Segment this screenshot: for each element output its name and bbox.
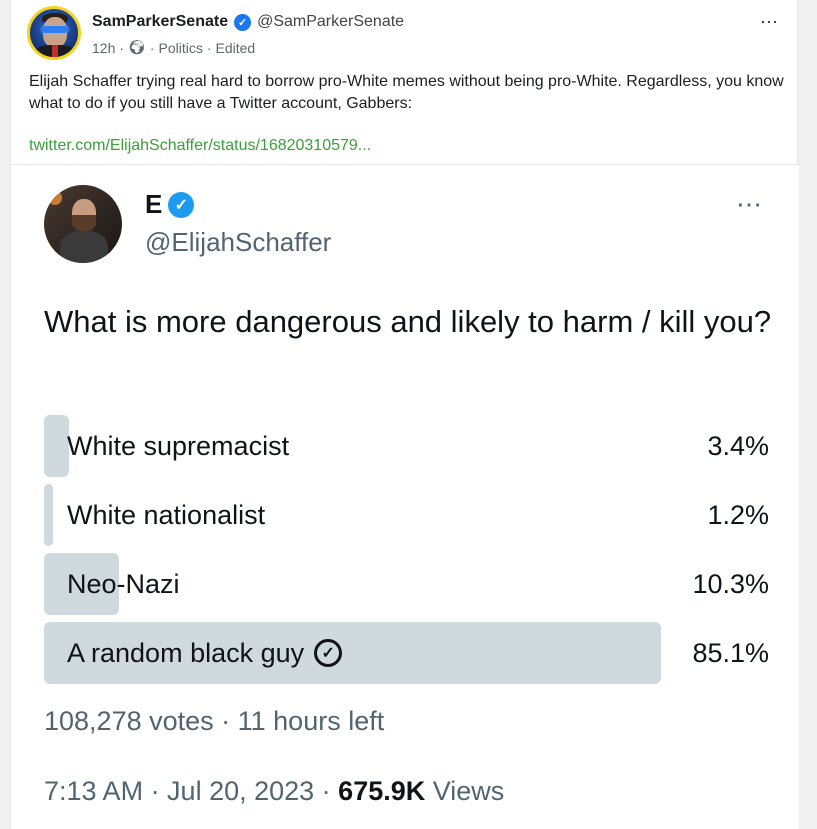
poll-option-percent: 1.2% <box>707 499 769 530</box>
tweet-avatar <box>44 185 122 263</box>
post-category[interactable]: Politics <box>158 40 202 56</box>
check-circle-icon: ✓ <box>314 639 343 667</box>
tweet-more-icon: ⋯ <box>736 189 763 219</box>
poll-bar <box>44 484 53 546</box>
author-line: SamParkerSenate ✓ @SamParkerSenate <box>92 13 404 31</box>
poll-option-label: A random black guy <box>67 637 305 668</box>
globe-icon: 🌍︎ <box>128 39 146 55</box>
poll-votes: 108,278 votes · 11 hours left <box>44 706 385 736</box>
author-handle[interactable]: @SamParkerSenate <box>257 13 404 31</box>
poll-option-label: White supremacist <box>67 430 290 461</box>
poll-option-winner: A random black guy ✓ 85.1% <box>44 622 769 684</box>
views-label: Views <box>425 776 505 806</box>
tweet-time: 7:13 AM · Jul 20, 2023 · <box>44 776 339 806</box>
more-options-icon[interactable]: ⋯ <box>760 12 779 33</box>
tweet-verified-icon: ✓ <box>168 191 195 218</box>
embedded-tweet-image[interactable]: E ✓ @ElijahSchaffer ⋯ What is more dange… <box>11 165 799 829</box>
poll-question: What is more dangerous and likely to har… <box>44 304 772 339</box>
tweet-name-line: E ✓ <box>145 189 195 220</box>
tweet-timestamp: 7:13 AM · Jul 20, 2023 · 675.9K Views <box>44 776 504 807</box>
poll-option-label: White nationalist <box>67 499 266 530</box>
post-body: Elijah Schaffer trying real hard to borr… <box>29 73 784 112</box>
poll-option-percent: 10.3% <box>692 568 769 599</box>
poll-bar <box>44 415 69 477</box>
views-count: 675.9K <box>338 776 426 806</box>
poll-option: White nationalist 1.2% <box>44 484 769 546</box>
post-meta: 12h · 🌍︎ · Politics · Edited <box>92 39 256 56</box>
poll-option: White supremacist 3.4% <box>44 415 769 477</box>
author-avatar[interactable] <box>27 6 81 60</box>
poll-option-percent: 85.1% <box>692 637 769 668</box>
poll-option-percent: 3.4% <box>707 430 769 461</box>
post-card: SamParkerSenate ✓ @SamParkerSenate 12h ·… <box>10 0 799 829</box>
poll-option-label: Neo-Nazi <box>67 568 180 599</box>
tweet-author-handle: @ElijahSchaffer <box>145 227 332 257</box>
post-link[interactable]: twitter.com/ElijahSchaffer/status/168203… <box>29 137 371 155</box>
tweet-author-name: E <box>145 189 163 219</box>
verified-badge-icon: ✓ <box>234 13 252 31</box>
edited-label: Edited <box>215 39 256 56</box>
author-name[interactable]: SamParkerSenate <box>92 13 228 31</box>
post-time[interactable]: 12h <box>92 40 115 56</box>
poll-option: Neo-Nazi 10.3% <box>44 553 769 615</box>
